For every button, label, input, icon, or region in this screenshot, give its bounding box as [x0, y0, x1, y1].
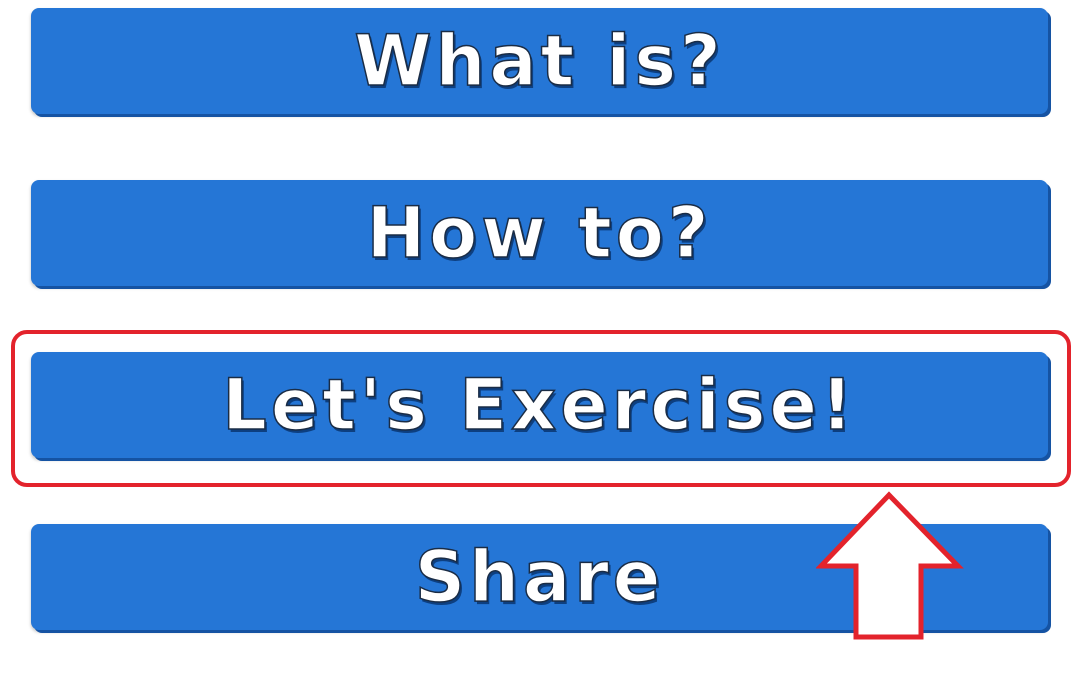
how-to-button[interactable]: How to? — [31, 180, 1048, 286]
lets-exercise-button[interactable]: Let's Exercise! — [31, 352, 1048, 458]
what-is-label: What is? — [354, 20, 725, 102]
how-to-label: How to? — [366, 192, 713, 274]
share-button[interactable]: Share — [31, 524, 1048, 630]
share-label: Share — [414, 536, 665, 618]
what-is-button[interactable]: What is? — [31, 8, 1048, 114]
lets-exercise-label: Let's Exercise! — [221, 364, 857, 446]
